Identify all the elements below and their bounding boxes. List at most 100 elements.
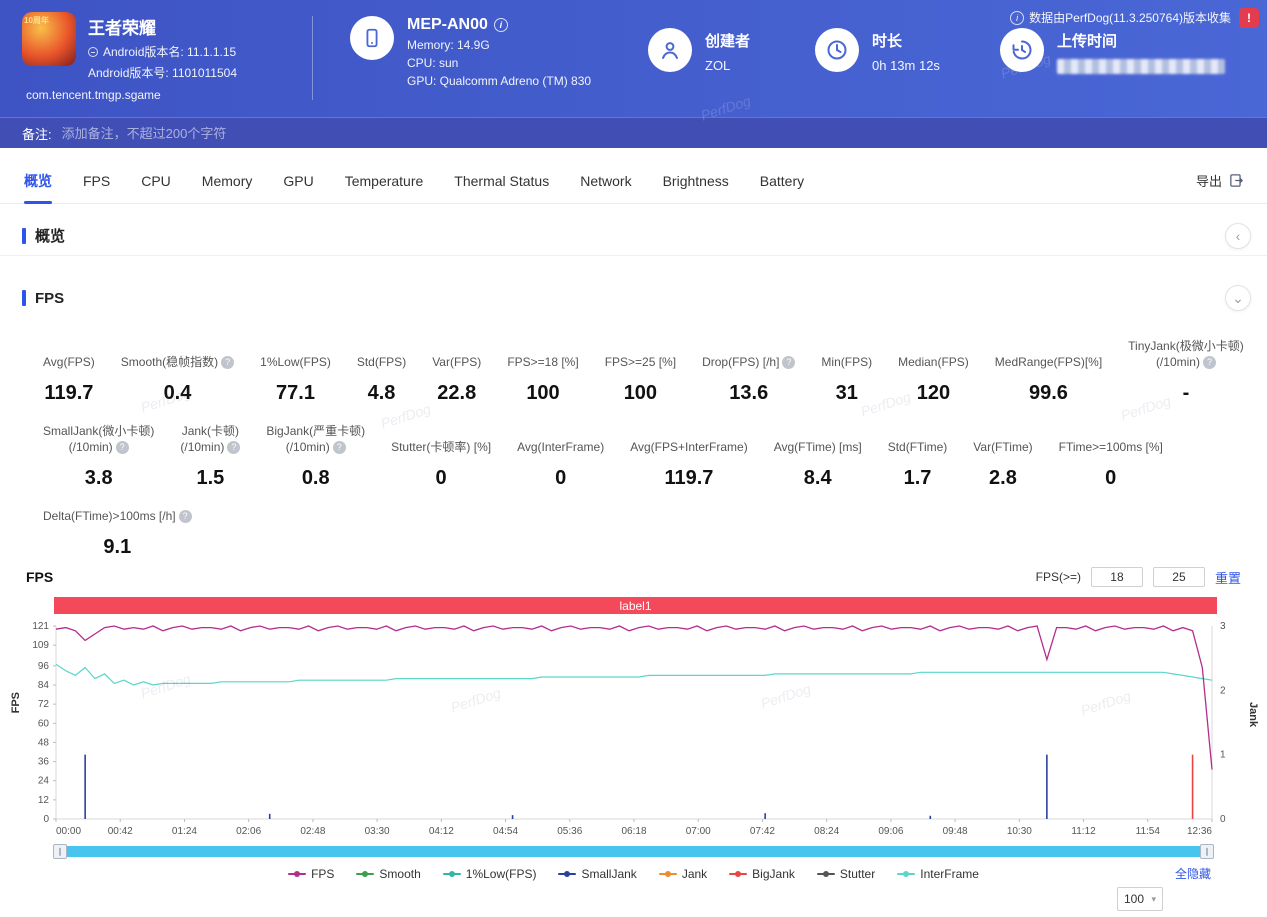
alert-icon[interactable]: ! — [1239, 8, 1259, 28]
metric-value: 99.6 — [1029, 382, 1068, 405]
fps-title: FPS — [35, 290, 64, 307]
svg-text:109: 109 — [32, 640, 49, 651]
tab-Network[interactable]: Network — [580, 158, 631, 204]
svg-text:07:00: 07:00 — [686, 826, 711, 837]
tab-概览[interactable]: 概览 — [24, 158, 52, 204]
overview-title: 概览 — [35, 225, 65, 246]
legend-label: Smooth — [379, 867, 420, 881]
help-icon[interactable]: ? — [333, 441, 346, 454]
section-overview: 概览 ‹ — [0, 216, 1267, 256]
metric-label: Jank(卡顿) — [182, 423, 239, 439]
metric-Var(FPS): Var(FPS)22.8 — [419, 354, 494, 405]
note-bar: 备注: — [0, 117, 1267, 148]
svg-text:0: 0 — [1220, 814, 1226, 825]
metric-label: TinyJank(极微小卡顿) — [1128, 338, 1244, 354]
legend-item-FPS[interactable]: FPS — [288, 867, 334, 881]
metric-1%Low(FPS): 1%Low(FPS)77.1 — [247, 354, 344, 405]
history-clock-icon — [1000, 28, 1044, 72]
svg-text:07:42: 07:42 — [750, 826, 775, 837]
note-label: 备注: — [22, 124, 52, 143]
note-input[interactable] — [60, 125, 1245, 142]
device-info-icon[interactable]: i — [494, 18, 508, 32]
help-icon[interactable]: ? — [221, 356, 234, 369]
help-icon[interactable]: ? — [116, 441, 129, 454]
info-icon: i — [1010, 11, 1024, 25]
legend-item-SmallJank[interactable]: SmallJank — [558, 867, 636, 881]
fps-filter-low-input[interactable] — [1091, 567, 1143, 587]
metric-value: 0.4 — [164, 382, 192, 405]
tab-Battery[interactable]: Battery — [760, 158, 804, 204]
creator-label: 创建者 — [705, 30, 750, 51]
app-icon-badge: 10周年 — [24, 15, 49, 26]
legend-item-InterFrame[interactable]: InterFrame — [897, 867, 979, 881]
help-icon[interactable]: ? — [227, 441, 240, 454]
metric-label: MedRange(FPS)[%] — [995, 354, 1102, 370]
tab-FPS[interactable]: FPS — [83, 158, 110, 204]
tab-GPU[interactable]: GPU — [283, 158, 313, 204]
metric-Delta(FTime)>100ms [/h]: Delta(FTime)>100ms [/h]?9.1 — [30, 508, 205, 559]
hide-all-link[interactable]: 全隐藏 — [1175, 865, 1211, 882]
metric-value: 2.8 — [989, 467, 1017, 490]
header-divider — [312, 16, 313, 100]
help-icon[interactable]: ? — [782, 356, 795, 369]
metric-Std(FTime): Std(FTime)1.7 — [875, 439, 961, 490]
svg-text:08:24: 08:24 — [814, 826, 839, 837]
legend-item-Jank[interactable]: Jank — [659, 867, 707, 881]
metric-value: 119.7 — [44, 382, 93, 405]
svg-text:72: 72 — [38, 699, 50, 710]
y-axis-left-title: FPS — [10, 692, 22, 713]
fps-chart-title: FPS — [26, 569, 53, 585]
tab-Memory[interactable]: Memory — [202, 158, 253, 204]
help-icon[interactable]: ? — [179, 510, 192, 523]
metric-FPS>=25 [%]: FPS>=25 [%]100 — [592, 354, 689, 405]
svg-text:3: 3 — [1220, 621, 1226, 632]
legend-line-icon — [443, 873, 461, 875]
metrics: Avg(FPS)119.7Smooth(稳帧指数)?0.41%Low(FPS)7… — [0, 318, 1267, 559]
legend-item-BigJank[interactable]: BigJank — [729, 867, 795, 881]
upload-time-redacted — [1057, 59, 1225, 74]
legend-item-1%Low(FPS)[interactable]: 1%Low(FPS) — [443, 867, 537, 881]
help-icon[interactable]: ? — [1203, 356, 1216, 369]
metric-value: 3.8 — [85, 467, 113, 490]
scrollbar-track[interactable] — [54, 846, 1213, 857]
tab-CPU[interactable]: CPU — [141, 158, 171, 204]
frame-count-select[interactable]: 100 ▾ — [1117, 887, 1163, 911]
legend-item-Stutter[interactable]: Stutter — [817, 867, 875, 881]
fps-chart[interactable]: 01224364860728496109121012300:0000:4201:… — [0, 614, 1267, 842]
chart-label-banner-text: label1 — [619, 599, 651, 613]
tab-Brightness[interactable]: Brightness — [663, 158, 729, 204]
device-memory: Memory: 14.9G — [407, 38, 591, 52]
metric-Avg(FTime) [ms]: Avg(FTime) [ms]8.4 — [761, 439, 875, 490]
metric-value: 100 — [624, 382, 657, 405]
overview-collapse-button[interactable]: ‹ — [1225, 223, 1251, 249]
scrollbar-left-handle[interactable]: ∥ — [53, 844, 67, 859]
chart-zoom-scrollbar[interactable]: ∥ ∥ — [54, 844, 1213, 859]
metric-value: 4.8 — [368, 382, 396, 405]
metric-TinyJank(极微小卡顿): TinyJank(极微小卡顿)(/10min)?- — [1115, 338, 1257, 405]
metric-row: Delta(FTime)>100ms [/h]?9.1 — [30, 508, 1257, 559]
metric-label: (/10min)? — [69, 439, 129, 455]
duration-label: 时长 — [872, 30, 940, 51]
svg-text:24: 24 — [38, 776, 50, 787]
svg-text:10:30: 10:30 — [1007, 826, 1032, 837]
metric-label: 1%Low(FPS) — [260, 354, 331, 370]
legend-item-Smooth[interactable]: Smooth — [356, 867, 420, 881]
metric-Std(FPS): Std(FPS)4.8 — [344, 354, 419, 405]
metric-label: Stutter(卡顿率) [%] — [391, 439, 491, 455]
metric-FTime>=100ms [%]: FTime>=100ms [%]0 — [1046, 439, 1176, 490]
export-button[interactable]: 导出 — [1196, 171, 1245, 190]
reset-link[interactable]: 重置 — [1215, 568, 1241, 587]
metric-label: Delta(FTime)>100ms [/h]? — [43, 508, 192, 524]
tab-Temperature[interactable]: Temperature — [345, 158, 424, 204]
metric-Smooth(稳帧指数): Smooth(稳帧指数)?0.4 — [108, 354, 247, 405]
frame-count-value: 100 — [1124, 892, 1144, 906]
fps-collapse-button[interactable]: ⌄ — [1225, 285, 1251, 311]
metric-row: Avg(FPS)119.7Smooth(稳帧指数)?0.41%Low(FPS)7… — [30, 338, 1257, 405]
tab-Thermal Status[interactable]: Thermal Status — [454, 158, 549, 204]
scrollbar-right-handle[interactable]: ∥ — [1200, 844, 1214, 859]
fps-filter-high-input[interactable] — [1153, 567, 1205, 587]
upload-block: 上传时间 — [1000, 28, 1225, 74]
legend-line-icon — [356, 873, 374, 875]
metric-label: (/10min)? — [1156, 354, 1216, 370]
app-title: 王者荣耀 — [88, 14, 237, 39]
